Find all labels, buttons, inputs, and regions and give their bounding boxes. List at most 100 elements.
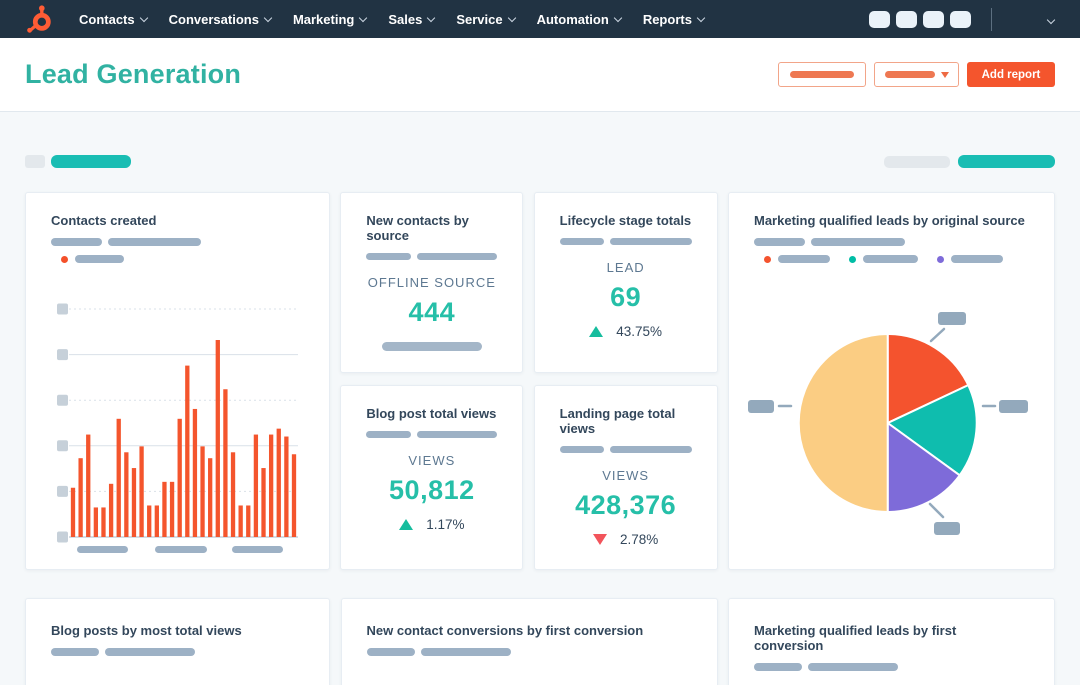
nav-item-service[interactable]: Service [445, 0, 525, 38]
legend-swatch [936, 255, 944, 263]
bar [108, 483, 114, 537]
delta-row: 2.78% [535, 532, 717, 547]
nav-item-label: Conversations [168, 11, 259, 27]
bar [154, 505, 159, 537]
y-tick-label-placeholder [57, 485, 68, 497]
pie-label-placeholder [937, 312, 966, 325]
card-subtitle-placeholder [51, 238, 304, 246]
legend-label-placeholder [862, 255, 918, 263]
pie-chart-legend [754, 255, 1029, 263]
legend-label-placeholder [777, 255, 830, 263]
bar [93, 507, 99, 537]
nav-item-sales[interactable]: Sales [377, 0, 445, 38]
nav-icon-placeholder[interactable] [896, 10, 917, 28]
nav-item-label: Service [456, 11, 503, 27]
nav-item-marketing[interactable]: Marketing [282, 0, 377, 38]
filter-left-group [25, 155, 131, 168]
dashboard-action-button-placeholder[interactable] [778, 62, 866, 87]
nav-icon-placeholder[interactable] [923, 10, 944, 28]
y-tick-label-placeholder [57, 394, 68, 406]
placeholder-bar [366, 648, 415, 656]
card-head: Lifecycle stage totals [535, 193, 717, 245]
card-contacts-created: Contacts created [25, 192, 330, 570]
legend-item [763, 255, 830, 263]
nav-right-section [863, 7, 1060, 31]
card-blog-post-total-views: Blog post total views VIEWS 50,812 1.17% [340, 385, 524, 570]
nav-item-automation[interactable]: Automation [526, 0, 632, 38]
legend-label-placeholder [75, 255, 124, 263]
card-head: Marketing qualified leads by first conve… [729, 599, 1054, 671]
chevron-down-icon [613, 13, 623, 22]
card-title: Lifecycle stage totals [559, 213, 692, 228]
dashboard-dropdown-button-placeholder[interactable] [874, 62, 959, 87]
metric-label: VIEWS [408, 453, 456, 468]
bar [284, 436, 289, 537]
y-tick-label-placeholder [57, 303, 68, 315]
grid-column-2: New contacts by source OFFLINE SOURCE 44… [340, 192, 524, 570]
placeholder-bar [51, 238, 102, 246]
filter-secondary-placeholder[interactable] [884, 155, 950, 168]
hubspot-sprocket-logo-icon[interactable] [22, 2, 56, 36]
placeholder-bar [366, 431, 411, 438]
bar [276, 428, 281, 537]
card-title: Contacts created [51, 213, 157, 228]
nav-item-reports[interactable]: Reports [632, 0, 715, 38]
nav-item-contacts[interactable]: Contacts [68, 0, 158, 38]
account-chevron-down-icon[interactable] [1046, 10, 1056, 28]
card-landing-page-total-views: Landing page total views VIEWS 428,376 2… [533, 385, 718, 570]
placeholder-bar [810, 238, 905, 246]
hubspot-dashboard-page: Contacts Conversations Marketing Sales Servi… [0, 0, 1080, 685]
filter-pill-placeholder[interactable] [51, 155, 131, 168]
chart-legend [51, 255, 304, 263]
card-new-contacts-by-source: New contacts by source OFFLINE SOURCE 44… [340, 192, 524, 373]
button-label-placeholder [790, 71, 854, 78]
add-report-button[interactable]: Add report [967, 62, 1055, 87]
card-subtitle-placeholder [559, 446, 692, 453]
metric-label: VIEWS [602, 468, 650, 483]
card-title: New contact conversions by first convers… [366, 623, 644, 638]
y-tick-label-placeholder [57, 440, 68, 452]
chevron-down-icon [139, 13, 148, 22]
nav-item-label: Automation [536, 11, 609, 27]
y-tick-label-placeholder [57, 531, 68, 543]
bar [147, 505, 152, 537]
bar [131, 468, 137, 537]
card-subtitle-placeholder [51, 648, 304, 656]
metric-value: 428,376 [575, 490, 677, 520]
bar [208, 458, 213, 537]
placeholder-bar [108, 238, 201, 246]
header-actions: Add report [778, 62, 1055, 87]
filter-primary-placeholder[interactable] [958, 155, 1055, 168]
card-new-contact-conversions: New contact conversions by first convers… [340, 598, 718, 685]
x-tick-label-placeholder [77, 546, 128, 553]
chevron-down-icon [263, 13, 273, 22]
card-title: Marketing qualified leads by original so… [753, 213, 1025, 228]
placeholder-bar [51, 648, 99, 656]
nav-icon-placeholder[interactable] [950, 10, 971, 28]
nav-item-conversations[interactable]: Conversations [158, 0, 282, 38]
metric-value: 69 [610, 282, 642, 312]
dashboard-filter-row [0, 155, 1080, 168]
bar [261, 468, 266, 537]
nav-item-label: Marketing [292, 11, 355, 27]
filter-right-group [884, 155, 1055, 168]
filter-checkbox-placeholder[interactable] [25, 155, 45, 168]
card-subtitle-placeholder [559, 238, 692, 245]
nav-item-label: Reports [642, 11, 692, 27]
card-title: Landing page total views [559, 406, 676, 436]
card-title: Blog posts by most total views [51, 623, 242, 638]
card-head: New contacts by source [341, 193, 522, 260]
metric-footnote-placeholder [381, 342, 482, 351]
button-label-placeholder [884, 71, 935, 78]
pie-label-placeholder [998, 400, 1028, 413]
delta-up-icon [399, 519, 414, 530]
card-subtitle-placeholder [366, 648, 692, 656]
bar [124, 452, 129, 537]
card-subtitle-placeholder [366, 253, 498, 260]
nav-divider [991, 7, 992, 31]
nav-icon-placeholder[interactable] [869, 10, 890, 28]
metric-value: 444 [408, 297, 456, 327]
report-grid-row-2: Blog posts by most total views New conta… [25, 598, 1055, 685]
legend-swatch [848, 255, 856, 263]
metric-value: 50,812 [389, 475, 475, 505]
